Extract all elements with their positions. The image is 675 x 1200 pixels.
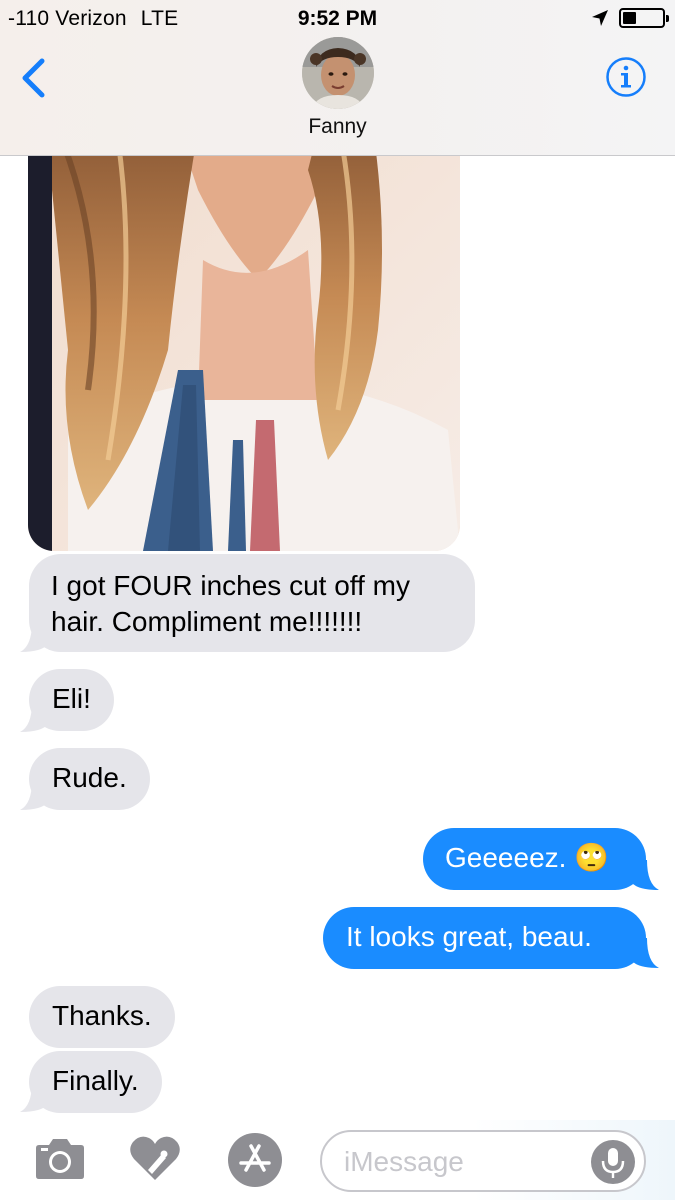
imessage-placeholder: iMessage (344, 1146, 464, 1177)
microphone-button[interactable] (591, 1140, 635, 1184)
compose-bar: iMessage (0, 1120, 675, 1200)
message-bubble-incoming[interactable]: Thanks. (29, 986, 175, 1048)
status-indicators (591, 8, 669, 28)
battery-icon (619, 8, 669, 28)
status-time: 9:52 PM (297, 7, 378, 30)
microphone-icon (601, 1148, 625, 1178)
message-bubble-outgoing[interactable]: Geeeeez. 🙄 (423, 828, 646, 890)
location-arrow-icon (592, 10, 608, 26)
message-bubble-incoming[interactable]: Rude. (29, 748, 150, 810)
conversation-header: -110 Verizon LTE 9:52 PM Fanny (0, 0, 675, 156)
digital-touch-button[interactable] (128, 1132, 182, 1184)
camera-icon (36, 1139, 84, 1179)
message-bubble-outgoing[interactable]: It looks great, beau. (323, 907, 646, 969)
battery-fill (623, 12, 636, 24)
message-bubble-incoming[interactable]: Finally. (29, 1051, 162, 1113)
battery-tip (666, 15, 669, 22)
message-photo (28, 130, 460, 551)
message-bubble-incoming[interactable]: Eli! (29, 669, 114, 731)
status-bar: -110 Verizon LTE 9:52 PM (0, 0, 675, 36)
app-store-icon (228, 1133, 282, 1187)
contact-name[interactable]: Fanny (0, 115, 675, 139)
info-button[interactable] (605, 56, 647, 98)
digital-touch-heart-icon (130, 1136, 180, 1180)
photo-message[interactable] (28, 130, 460, 551)
chevron-left-icon (22, 58, 45, 98)
app-store-button[interactable] (224, 1132, 286, 1190)
imessage-input[interactable]: iMessage (320, 1130, 646, 1192)
info-icon (606, 57, 646, 97)
camera-button[interactable] (33, 1136, 87, 1182)
contact-avatar[interactable] (302, 37, 374, 109)
avatar-photo (302, 37, 374, 109)
back-button[interactable] (18, 58, 52, 98)
message-bubble-incoming[interactable]: I got FOUR inches cut off my hair. Compl… (29, 554, 475, 652)
